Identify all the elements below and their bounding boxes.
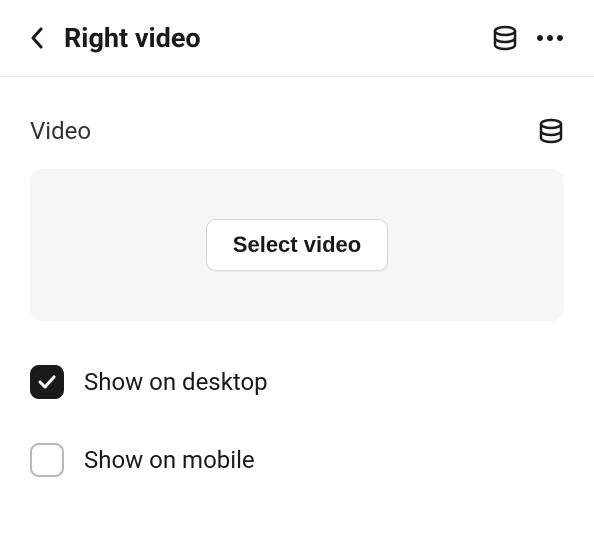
video-data-source-button[interactable] bbox=[538, 118, 564, 144]
show-on-mobile-checkbox[interactable] bbox=[30, 443, 64, 477]
more-horizontal-icon bbox=[536, 34, 564, 42]
data-source-button[interactable] bbox=[492, 25, 518, 51]
page-title: Right video bbox=[64, 22, 492, 54]
header: Right video bbox=[0, 0, 594, 77]
section-label: Video bbox=[30, 117, 91, 145]
select-video-button[interactable]: Select video bbox=[206, 219, 388, 271]
database-icon bbox=[538, 118, 564, 144]
chevron-left-icon bbox=[30, 26, 44, 50]
show-on-desktop-label: Show on desktop bbox=[84, 368, 268, 396]
check-icon bbox=[38, 375, 56, 389]
show-on-mobile-row: Show on mobile bbox=[30, 443, 564, 477]
show-on-desktop-row: Show on desktop bbox=[30, 365, 564, 399]
video-well: Select video bbox=[30, 169, 564, 321]
show-on-mobile-label: Show on mobile bbox=[84, 446, 255, 474]
more-button[interactable] bbox=[536, 34, 564, 42]
show-on-desktop-checkbox[interactable] bbox=[30, 365, 64, 399]
header-actions bbox=[492, 25, 564, 51]
back-button[interactable] bbox=[30, 26, 44, 50]
video-section: Video Select video Show on desktop Show … bbox=[0, 77, 594, 477]
database-icon bbox=[492, 25, 518, 51]
section-label-row: Video bbox=[30, 117, 564, 145]
